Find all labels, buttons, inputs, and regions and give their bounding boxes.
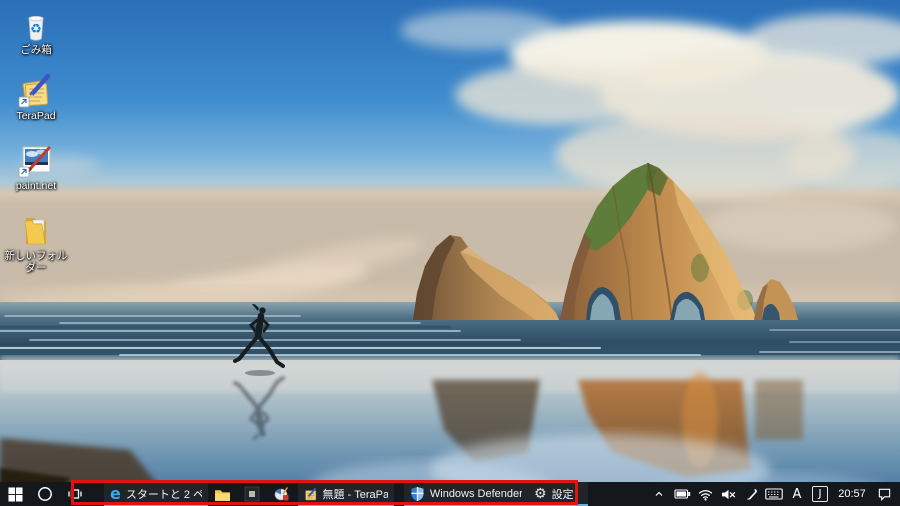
gear-icon: ⚙ <box>534 486 547 502</box>
desktop: ♻ ごみ箱 TeraPad paint.net 新しいフォルダー e スタートと… <box>0 0 900 506</box>
paintnet-icon <box>18 142 54 178</box>
folder-icon <box>18 212 54 248</box>
taskbar-app-buttons: e スタートと 2 ページ - Mi... <box>104 482 588 506</box>
taskbar-app-terapad[interactable]: 無題 - TeraPad <box>298 482 394 506</box>
edge-window-title: スタートと 2 ページ - Mi... <box>125 489 202 501</box>
wallpaper-beach <box>0 0 900 506</box>
windows-ink-tray-button[interactable] <box>740 482 762 506</box>
start-button[interactable] <box>0 482 30 506</box>
terapad-icon <box>18 72 54 108</box>
icon-label: ごみ箱 <box>20 44 52 56</box>
clock[interactable]: 20:57 <box>832 482 872 506</box>
paint-palette-icon <box>274 487 289 501</box>
taskbar-app-settings[interactable]: ⚙ 設定 <box>528 482 588 506</box>
speaker-muted-icon <box>721 489 735 499</box>
wifi-icon <box>698 489 712 500</box>
ime-mode-indicator[interactable]: A <box>786 482 808 506</box>
desktop-icon-recycle-bin[interactable]: ♻ ごみ箱 <box>0 6 72 56</box>
icon-label: paint.net <box>15 180 57 192</box>
action-center-button[interactable] <box>873 482 895 506</box>
icon-label: TeraPad <box>16 110 56 122</box>
taskbar-app-windows-defender[interactable]: Windows Defender <box>404 482 528 506</box>
battery-tray-button[interactable] <box>671 482 693 506</box>
svg-text:♻: ♻ <box>30 22 42 37</box>
taskbar-app-file-explorer[interactable] <box>208 482 238 506</box>
taskbar: e スタートと 2 ページ - Mi... <box>0 482 900 506</box>
cortana-search-button[interactable] <box>30 482 60 506</box>
settings-window-title: 設定 <box>551 489 574 501</box>
action-center-icon <box>878 488 890 501</box>
desktop-icon-paintnet[interactable]: paint.net <box>0 142 72 192</box>
cortana-circle-icon <box>38 487 52 501</box>
desktop-icon-terapad[interactable]: TeraPad <box>0 72 72 122</box>
recycle-bin-icon: ♻ <box>18 6 54 42</box>
defender-shield-icon <box>411 487 424 501</box>
terapad-icon-small <box>305 487 317 500</box>
battery-icon <box>673 489 690 499</box>
desktop-icon-new-folder[interactable]: 新しいフォルダー <box>0 212 72 274</box>
taskbar-app-dark-tile[interactable] <box>238 482 268 506</box>
task-view-icon <box>68 489 82 499</box>
edge-icon: e <box>110 484 121 503</box>
show-hidden-icons-button[interactable] <box>648 482 670 506</box>
defender-window-title: Windows Defender <box>429 488 522 500</box>
taskbar-app-paint[interactable] <box>268 482 298 506</box>
network-tray-button[interactable] <box>694 482 716 506</box>
task-view-button[interactable] <box>60 482 90 506</box>
icon-label: 新しいフォルダー <box>4 250 68 274</box>
chevron-up-icon <box>655 491 663 496</box>
touch-keyboard-tray-button[interactable] <box>763 482 785 506</box>
taskbar-app-edge[interactable]: e スタートと 2 ページ - Mi... <box>104 482 208 506</box>
windows-logo-icon <box>7 486 23 502</box>
volume-tray-button[interactable] <box>717 482 739 506</box>
pen-icon <box>746 488 757 500</box>
terapad-window-title: 無題 - TeraPad <box>322 489 389 501</box>
system-tray: A J 20:57 <box>648 482 900 506</box>
ime-language-indicator[interactable]: J <box>812 486 828 502</box>
dark-app-icon <box>244 486 260 502</box>
keyboard-icon <box>765 488 783 500</box>
file-explorer-icon <box>215 489 230 501</box>
